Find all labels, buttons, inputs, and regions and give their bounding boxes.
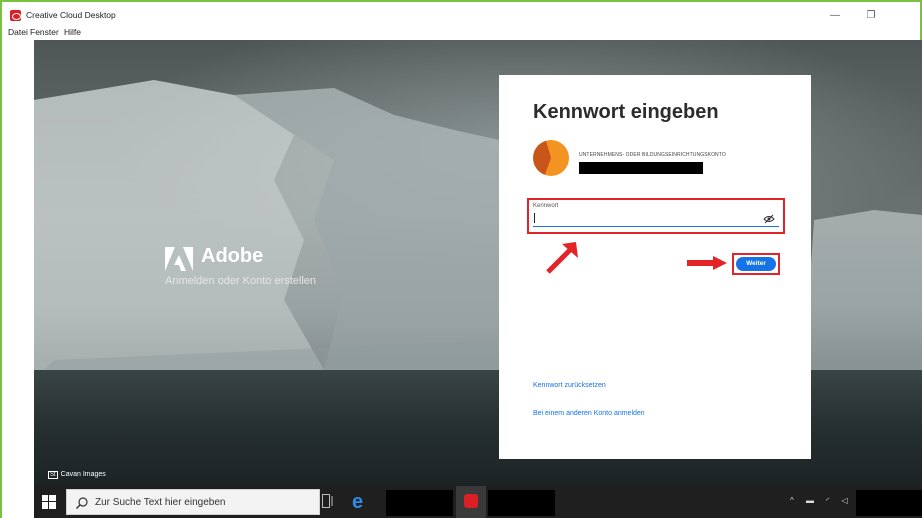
windows-start-icon[interactable] <box>42 495 56 509</box>
search-icon <box>76 497 88 509</box>
adobe-tagline: Anmelden oder Konto erstellen <box>165 275 317 287</box>
taskbar-search[interactable]: Zur Suche Text hier eingeben <box>66 489 320 515</box>
edge-browser-icon[interactable]: e <box>352 491 363 514</box>
password-input[interactable] <box>533 211 779 227</box>
continue-highlight-box: Weiter <box>732 253 780 275</box>
password-label: Kennwort <box>533 203 559 209</box>
photo-credit: St Cavan Images <box>48 471 106 479</box>
stock-badge: St <box>48 471 58 479</box>
menu-hilfe[interactable]: Hilfe <box>64 27 81 37</box>
continue-button[interactable]: Weiter <box>736 257 776 271</box>
taskbar: Zur Suche Text hier eingeben e ^ ▬ ◜ ◁ <box>34 486 922 518</box>
annotation-arrow-diagonal <box>546 242 578 274</box>
taskbar-app-redacted[interactable] <box>386 490 453 516</box>
restore-button[interactable]: ❐ <box>864 10 878 21</box>
account-email-redacted <box>579 162 703 174</box>
menu-bar: Datei Fenster Hilfe <box>2 26 920 39</box>
system-tray-icons[interactable]: ^ ▬ ◜ ◁ <box>790 496 853 505</box>
task-view-icon[interactable] <box>322 494 334 508</box>
dialog-title: Kennwort eingeben <box>533 101 719 123</box>
search-placeholder: Zur Suche Text hier eingeben <box>95 497 226 508</box>
adobe-wordmark: Adobe <box>201 245 264 267</box>
title-bar: Creative Cloud Desktop — ❐ <box>2 2 920 26</box>
password-highlight-box: Kennwort <box>527 198 785 234</box>
minimize-button[interactable]: — <box>828 10 842 21</box>
creative-cloud-icon <box>10 10 21 21</box>
account-type-label: UNTERNEHMENS- ODER BILDUNGSEINRICHTUNGSK… <box>579 152 726 158</box>
taskbar-creative-cloud[interactable] <box>456 486 486 518</box>
eye-slash-icon[interactable] <box>763 214 775 224</box>
left-border <box>0 40 34 518</box>
window-title: Creative Cloud Desktop <box>26 10 116 20</box>
menu-fenster[interactable]: Fenster <box>30 27 59 37</box>
other-account-link[interactable]: Bei einem anderen Konto anmelden <box>533 410 645 417</box>
adobe-logo-icon <box>165 247 193 271</box>
reset-password-link[interactable]: Kennwort zurücksetzen <box>533 382 606 389</box>
menu-datei[interactable]: Datei <box>8 27 28 37</box>
account-avatar <box>533 140 569 176</box>
taskbar-app-redacted-2[interactable] <box>488 490 555 516</box>
annotation-arrow-right <box>687 256 727 270</box>
creative-cloud-taskbar-icon <box>464 494 478 508</box>
photo-credit-text: Cavan Images <box>60 471 106 478</box>
text-cursor <box>534 213 535 223</box>
clock-redacted <box>856 490 922 516</box>
